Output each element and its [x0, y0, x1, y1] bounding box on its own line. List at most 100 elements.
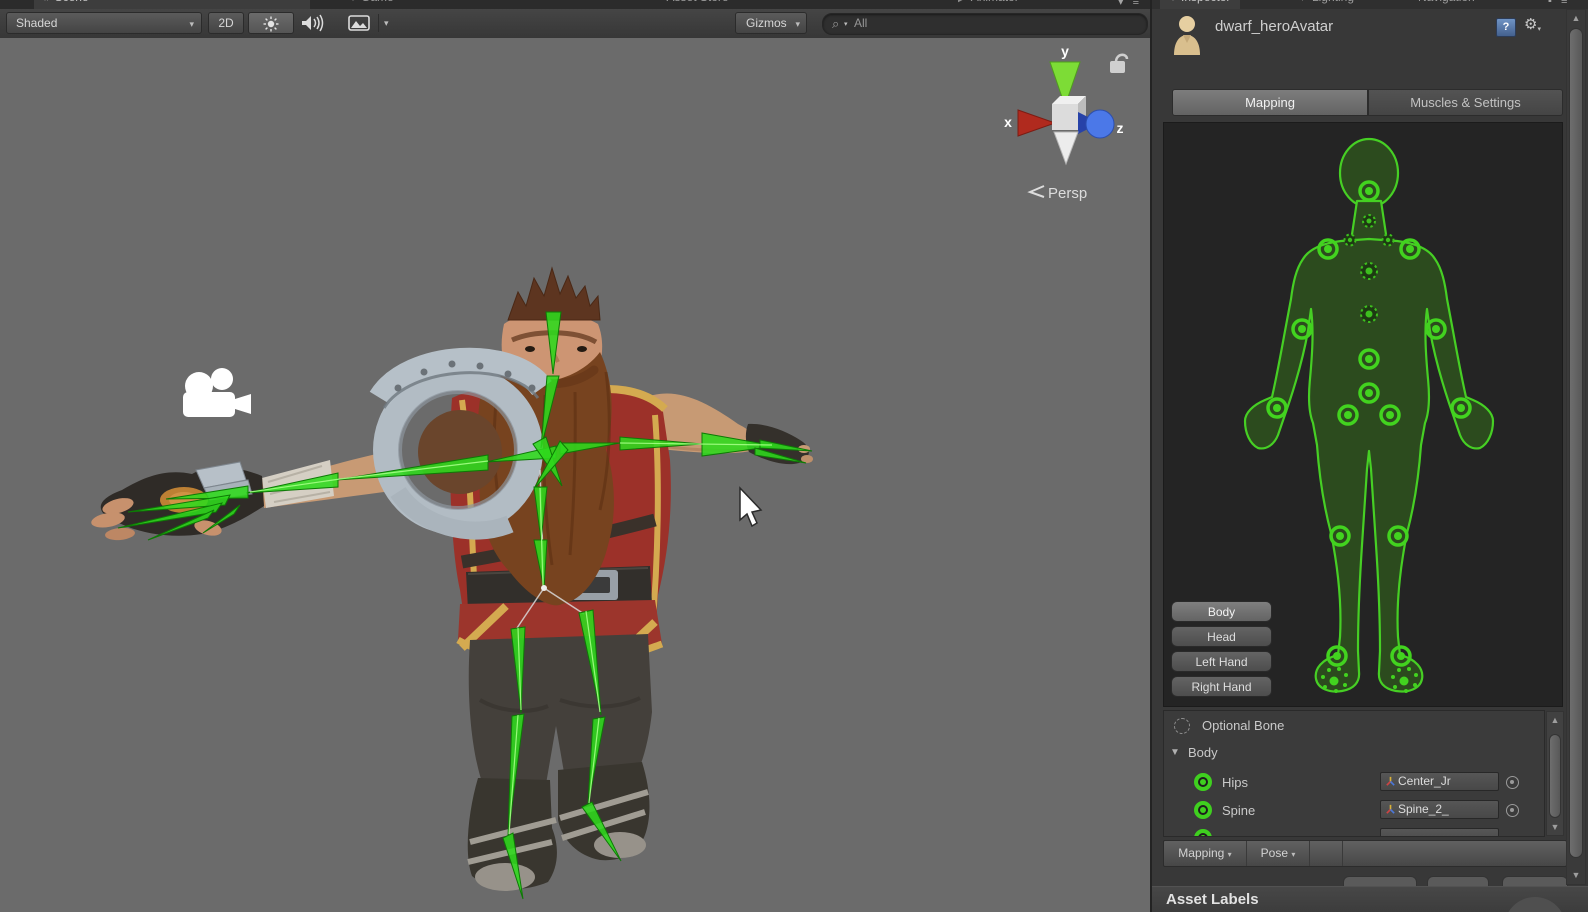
- inspector-pane: ●Inspector ☀Lighting Navigation ▪ ≡ dwar…: [1152, 0, 1588, 912]
- avatar-mapping-diagram: Body Head Left Hand Right Hand: [1163, 122, 1563, 707]
- object-picker-icon[interactable]: [1506, 776, 1519, 789]
- scene-effects-toggle[interactable]: [342, 12, 376, 34]
- body-part-button-right-hand[interactable]: Right Hand: [1171, 676, 1272, 697]
- gear-caret-icon: ▾: [1537, 26, 1541, 33]
- tab-lighting-label: Lighting: [1312, 0, 1354, 4]
- tab-scene[interactable]: #Scene: [34, 0, 310, 9]
- mapped-bone-icon: [1194, 801, 1212, 819]
- gizmos-dropdown[interactable]: Gizmos ▾: [735, 12, 807, 34]
- bone-object-field-partial[interactable]: [1380, 828, 1499, 837]
- transform-axes-icon: [1385, 804, 1396, 815]
- bone-label: Hips: [1222, 775, 1248, 790]
- animator-tab-icon: ▶: [958, 0, 966, 4]
- tab-scene-label: Scene: [55, 0, 89, 4]
- mapped-bone-icon-partial: [1194, 829, 1212, 837]
- bone-object-field[interactable]: Spine_2_: [1380, 800, 1499, 819]
- bone-object-value: Center_Jr: [1398, 774, 1451, 788]
- asset-store-tab-icon: ▪: [658, 0, 662, 4]
- help-icon[interactable]: ?: [1496, 18, 1516, 37]
- mouse-cursor: [740, 488, 761, 526]
- body-part-button-left-hand[interactable]: Left Hand: [1171, 651, 1272, 672]
- bone-mapping-list: Optional Bone ▼ Body Hips Center_Jr: [1163, 710, 1545, 837]
- inspector-pane-menu-icon[interactable]: ▪ ≡: [1548, 0, 1570, 7]
- scene-lighting-toggle[interactable]: [248, 12, 294, 34]
- sun-icon: [263, 16, 279, 32]
- orientation-gizmo: y x z: [1004, 43, 1123, 164]
- gear-glyph: ⚙: [1524, 16, 1537, 33]
- inspector-tabstrip: ●Inspector ☀ Lighting Navigation ▪ ≡: [1152, 0, 1588, 9]
- gear-icon[interactable]: ⚙▾: [1524, 15, 1541, 33]
- tab-game-label: Game: [361, 0, 394, 4]
- mapping-menu-button[interactable]: Mapping ▾: [1164, 841, 1247, 866]
- tab-animator[interactable]: ▶ Animator: [948, 0, 1029, 9]
- avatar-asset-icon: [1172, 13, 1202, 57]
- search-value: All: [854, 14, 867, 33]
- asset-labels-bar: Asset Labels: [1152, 886, 1588, 912]
- gizmos-label: Gizmos: [746, 16, 787, 30]
- tab-animator-label: Animator: [971, 0, 1019, 4]
- scrollbar-thumb[interactable]: [1549, 734, 1561, 818]
- bone-label: Spine: [1222, 803, 1255, 818]
- chevron-down-icon: ▾: [795, 14, 800, 35]
- tab-lighting[interactable]: ☀ Lighting: [1288, 0, 1364, 9]
- chevron-down-icon: ▾: [1228, 850, 1232, 859]
- pose-menu-button[interactable]: Pose ▾: [1247, 841, 1310, 866]
- character-model: [90, 268, 813, 891]
- chevron-down-icon: ▾: [1291, 850, 1295, 859]
- optional-bone-legend-label: Optional Bone: [1202, 718, 1284, 733]
- scene-audio-toggle[interactable]: [300, 14, 326, 37]
- axis-x-label: x: [1004, 114, 1012, 130]
- scroll-up-icon[interactable]: ▲: [1547, 715, 1563, 725]
- tab-game[interactable]: ● Game: [340, 0, 404, 9]
- unity-editor-window: #Scene ●Game ▪Asset Store ▶Animator ▾ ≡ …: [0, 0, 1588, 912]
- object-picker-icon[interactable]: [1506, 804, 1519, 817]
- asset-labels-title: Asset Labels: [1166, 891, 1259, 908]
- tab-asset-store-label: Asset Store: [667, 0, 729, 4]
- shading-mode-label: Shaded: [16, 16, 57, 30]
- scene-viewport[interactable]: y x z Persp: [0, 38, 1150, 912]
- scroll-up-icon[interactable]: ▲: [1567, 13, 1585, 23]
- mapped-bone-icon: [1194, 773, 1212, 791]
- transform-axes-icon: [1385, 776, 1396, 787]
- chevron-down-icon: ▾: [189, 14, 194, 35]
- scene-toolbar: Shaded ▾ 2D: [0, 9, 1150, 39]
- tab-asset-store[interactable]: ▪ Asset Store: [648, 0, 739, 9]
- speaker-icon: [300, 14, 326, 32]
- axis-y-label: y: [1061, 43, 1069, 59]
- asset-label-picker-button[interactable]: [1504, 897, 1566, 912]
- tab-navigation[interactable]: Navigation: [1408, 0, 1485, 9]
- 2d-toggle-button[interactable]: 2D: [208, 12, 244, 34]
- tab-muscles-settings[interactable]: Muscles & Settings: [1368, 89, 1563, 116]
- lock-icon: [1110, 55, 1127, 73]
- tab-navigation-label: Navigation: [1418, 0, 1475, 4]
- effects-dropdown-icon[interactable]: ▾: [384, 18, 389, 29]
- axis-z-label: z: [1117, 120, 1124, 136]
- mapping-menu-label: Mapping: [1178, 846, 1224, 860]
- projection-label: Persp: [1048, 185, 1087, 202]
- scrollbar-thumb[interactable]: [1569, 28, 1583, 858]
- body-part-button-head[interactable]: Head: [1171, 626, 1272, 647]
- bone-list-scrollbar[interactable]: ▲ ▼: [1546, 711, 1564, 836]
- bone-object-field[interactable]: Center_Jr: [1380, 772, 1499, 791]
- toolbar-divider: [378, 14, 379, 32]
- scene-tabstrip: #Scene ● Game ▪ Asset Store ▶ Animator ▾ ≡: [0, 0, 1150, 9]
- body-part-button-body[interactable]: Body: [1171, 601, 1272, 622]
- scene-search-input[interactable]: ⌕ ▾ All: [822, 13, 1148, 35]
- foldout-arrow-icon[interactable]: ▼: [1170, 747, 1180, 758]
- inspector-scrollbar[interactable]: ▲ ▼: [1566, 9, 1586, 885]
- game-tab-icon: ●: [350, 0, 356, 4]
- scroll-down-icon[interactable]: ▼: [1547, 822, 1563, 832]
- tab-inspector[interactable]: ●Inspector: [1160, 0, 1240, 9]
- tab-mapping[interactable]: Mapping: [1172, 89, 1368, 116]
- inspector-tab-icon: ●: [1170, 0, 1176, 4]
- search-icon: ⌕: [832, 14, 839, 33]
- shading-mode-dropdown[interactable]: Shaded ▾: [6, 12, 202, 34]
- scene-pane-menu-icon[interactable]: ▾ ≡: [1118, 0, 1142, 8]
- scene-3d-render: y x z Persp: [0, 38, 1150, 912]
- pose-menu-label: Pose: [1261, 846, 1288, 860]
- bone-object-value: Spine_2_: [1398, 802, 1449, 816]
- bone-group-label: Body: [1188, 745, 1218, 760]
- image-icon: [348, 15, 370, 31]
- lighting-tab-icon: ☀: [1298, 0, 1307, 4]
- scroll-down-icon[interactable]: ▼: [1567, 870, 1585, 880]
